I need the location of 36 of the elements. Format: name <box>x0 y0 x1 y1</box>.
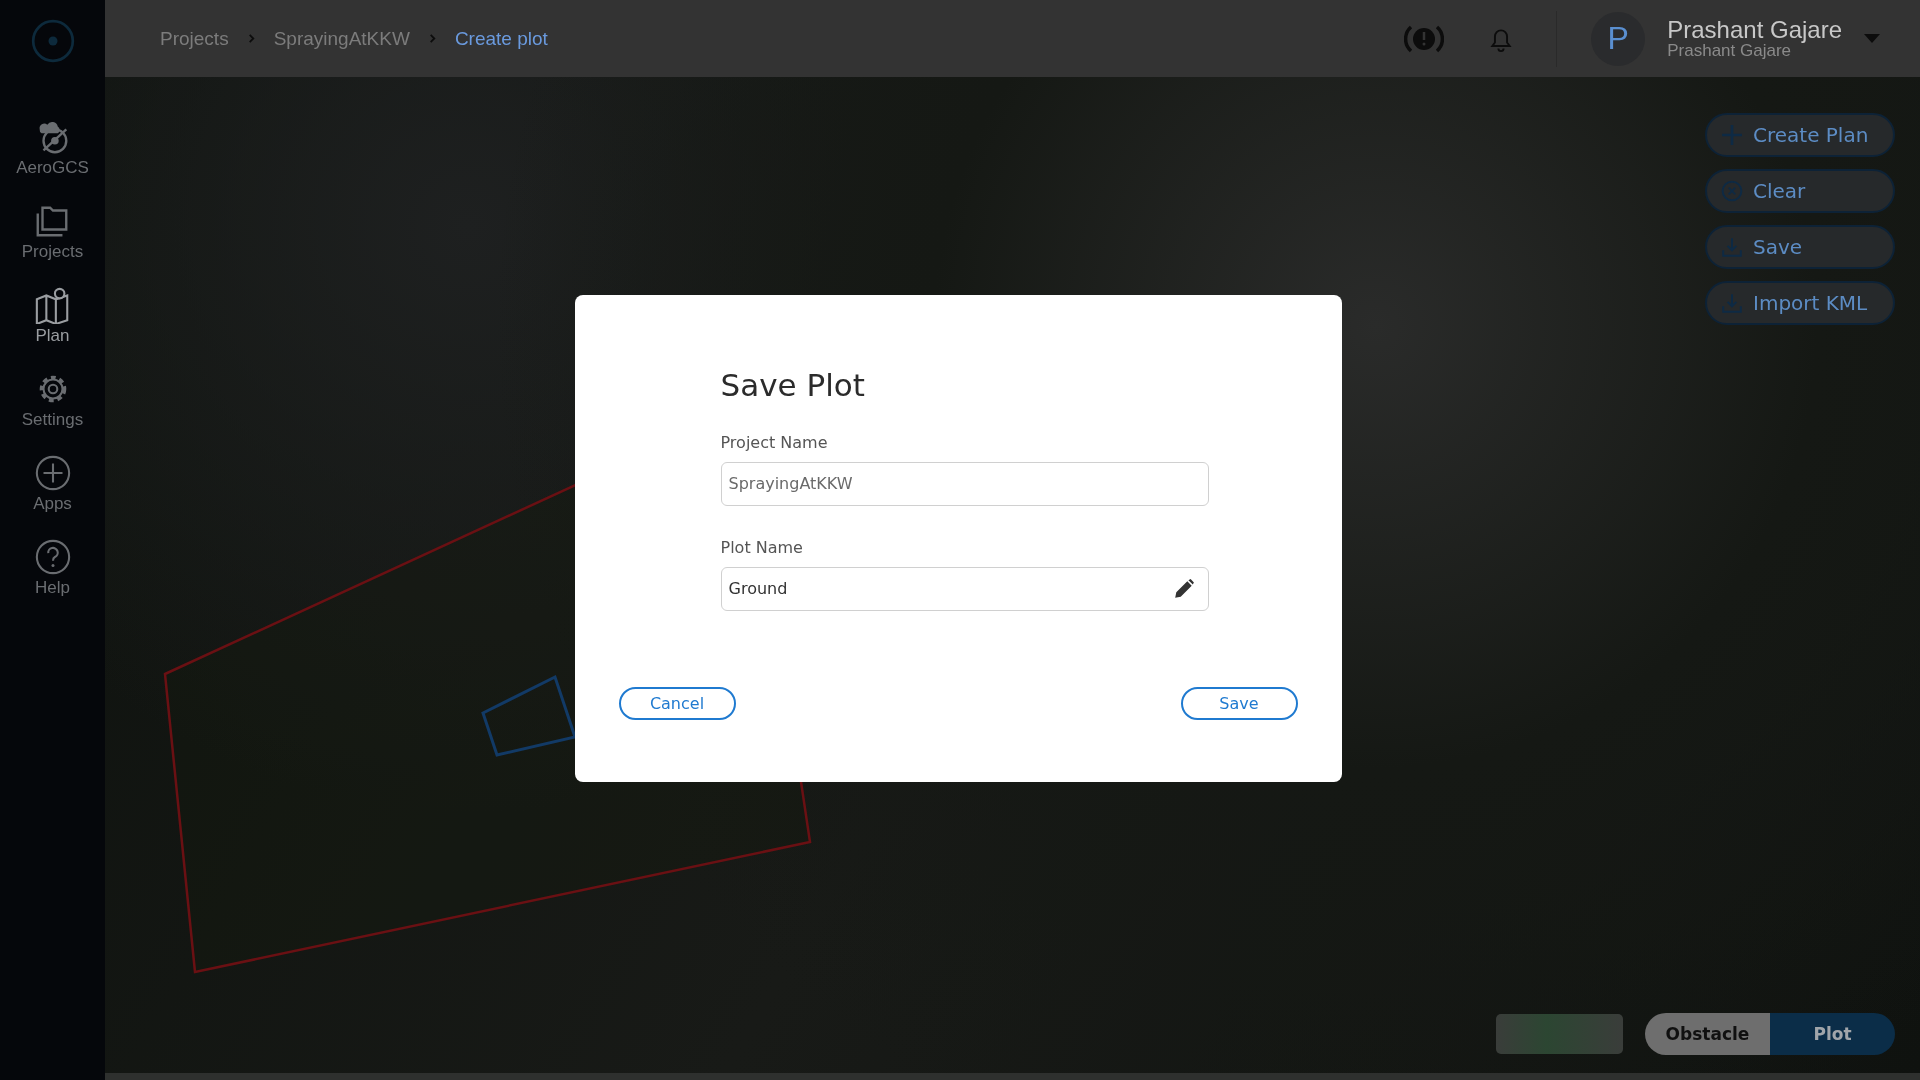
breadcrumb-link[interactable]: SprayingAtKKW <box>273 27 410 50</box>
pencil-icon[interactable] <box>1172 577 1195 600</box>
dialog-button[interactable]: Cancel <box>618 686 736 720</box>
close-circle-icon <box>1721 180 1743 202</box>
map-action-button[interactable]: Save <box>1705 225 1895 269</box>
field-label: Plot Name <box>720 537 803 557</box>
download-icon <box>1721 236 1743 258</box>
plus-icon <box>1721 124 1743 146</box>
caret-icon[interactable] <box>1864 33 1880 44</box>
sidebar-item[interactable]: Help <box>33 538 72 598</box>
map-action-button[interactable]: Clear <box>1705 169 1895 213</box>
map-action-button[interactable]: Import KML <box>1705 281 1895 325</box>
plus-circle-icon <box>33 454 72 492</box>
user-avatar[interactable]: P <box>1591 11 1646 66</box>
text-field[interactable]: SprayingAtKKW <box>720 461 1209 506</box>
breadcrumb-link[interactable]: Projects <box>160 27 229 50</box>
map-action-button[interactable]: Create Plan <box>1705 113 1895 157</box>
breadcrumb-link[interactable]: Create plot <box>454 27 548 50</box>
help-icon <box>33 538 72 576</box>
field-label: Project Name <box>720 432 828 452</box>
chevron-icon <box>427 34 437 43</box>
download-icon <box>1721 292 1743 314</box>
mode-tab[interactable]: Obstacle <box>1645 1013 1770 1055</box>
sidebar-item[interactable]: Plan <box>33 286 72 346</box>
sidebar-item[interactable]: Projects <box>21 202 84 262</box>
dialog-title: Save Plot <box>720 366 865 403</box>
mode-tab[interactable]: Plot <box>1770 1013 1895 1055</box>
sidebar-item[interactable]: Settings <box>21 370 84 430</box>
sidebar-item[interactable]: AeroGCS <box>16 118 89 178</box>
chevron-icon <box>246 34 256 43</box>
minimap-thumbnail[interactable] <box>1496 1014 1623 1054</box>
sidebar-item[interactable]: Apps <box>33 454 72 514</box>
user-subtitle: Prashant Gajare <box>1667 42 1792 60</box>
dialog-button[interactable]: Save <box>1180 686 1298 720</box>
user-name: Prashant Gajare <box>1667 17 1842 43</box>
text-field[interactable]: Ground <box>720 566 1209 611</box>
